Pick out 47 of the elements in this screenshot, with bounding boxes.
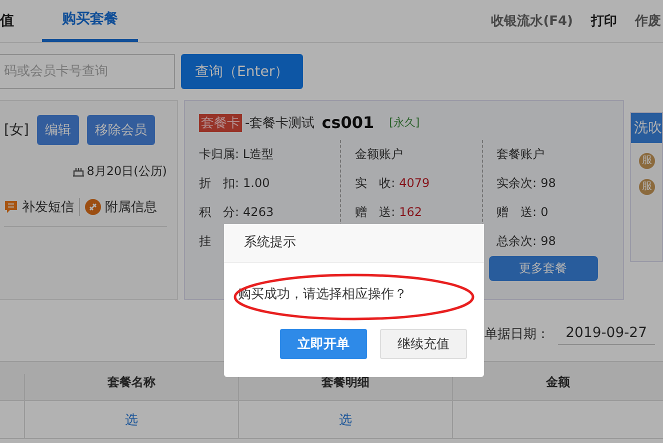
field-value: 4263 — [243, 204, 274, 221]
account-title: 套餐账户 — [496, 146, 546, 163]
card-name: -套餐卡测试 — [245, 114, 315, 132]
field-label: 赠 送: — [355, 204, 396, 221]
message-icon — [4, 200, 18, 214]
field-label: 赠 送: — [496, 204, 537, 221]
date-label: 单据日期： — [484, 326, 550, 342]
member-link[interactable]: 补发短信 — [22, 198, 74, 216]
service-badge: 服 — [639, 153, 655, 169]
tab[interactable]: 购买套餐 — [42, 0, 138, 42]
field-value: 1.00 — [243, 175, 270, 192]
date-field[interactable]: 2019-09-27 — [558, 322, 655, 345]
field-label: 实余次: — [496, 175, 537, 192]
dialog-button[interactable]: 继续充值 — [380, 329, 467, 359]
more-packages-button[interactable]: 更多套餐 — [488, 256, 598, 281]
card-code: cs001 — [322, 113, 374, 132]
member-button[interactable]: 编辑 — [36, 115, 79, 145]
field-label: 实 收: — [355, 175, 396, 192]
validity-text: [永久] — [389, 115, 420, 130]
field-value: 4079 — [399, 175, 430, 192]
service-badge: 服 — [639, 179, 655, 195]
select-link[interactable]: 选 — [339, 410, 352, 428]
field-label: 挂 — [199, 233, 211, 250]
member-button[interactable]: 移除会员 — [86, 115, 155, 145]
panel-header: 洗吹 — [631, 113, 662, 143]
search-button[interactable]: 查询（Enter） — [181, 54, 303, 89]
member-link[interactable]: 附属信息 — [105, 198, 157, 216]
card-type-tag: 套餐卡 — [199, 114, 242, 132]
field-value: 98 — [540, 233, 556, 250]
dialog-button[interactable]: 立即开单 — [280, 329, 367, 359]
dialog-title: 系统提示 — [224, 224, 484, 263]
field-label: 积 分: — [199, 204, 240, 221]
cake-icon — [72, 166, 85, 177]
account-title: 卡归属: L造型 — [199, 146, 275, 163]
field-label: 总余次: — [496, 233, 537, 250]
birthday-text: 8月20日(公历) — [86, 163, 167, 180]
gender-label: [女] — [4, 121, 29, 139]
search-field[interactable]: 码或会员卡号查询 — [0, 54, 175, 89]
account-title: 金额账户 — [355, 146, 404, 163]
toolbar-link[interactable]: 作废 — [635, 12, 661, 30]
field-value: 98 — [540, 175, 556, 192]
toolbar-link[interactable]: 收银流水(F4) — [491, 12, 573, 30]
field-value: 162 — [399, 204, 422, 221]
toolbar-link[interactable]: 打印 — [591, 12, 617, 30]
select-link[interactable]: 选 — [125, 410, 138, 428]
field-value: 0 — [540, 204, 548, 221]
field-label: 折 扣: — [199, 175, 240, 192]
